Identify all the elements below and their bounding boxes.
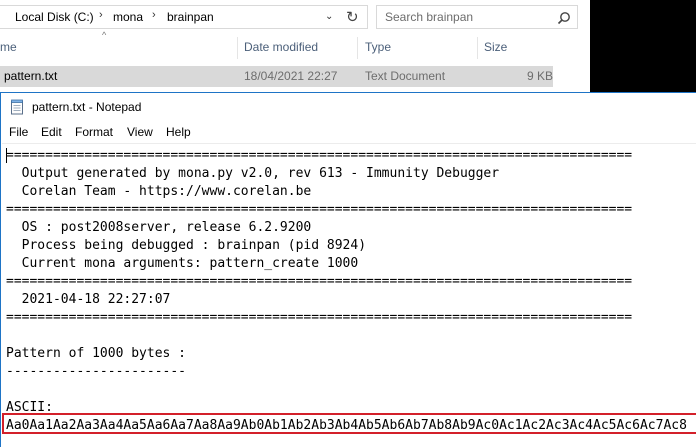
menu-file[interactable]: File (9, 125, 28, 139)
column-size-header[interactable]: Size (484, 40, 507, 54)
ascii-pattern-highlight-box (2, 413, 696, 434)
search-icon[interactable] (557, 11, 571, 25)
menu-bar: File Edit Format View Help (1, 122, 696, 142)
file-row-selected[interactable]: pattern.txt 18/04/2021 22:27 Text Docume… (0, 66, 553, 87)
text-line: Output generated by mona.py v2.0, rev 61… (6, 166, 500, 181)
window-title: pattern.txt - Notepad (32, 100, 142, 114)
text-line: Process being debugged : brainpan (pid 8… (6, 238, 367, 253)
text-line: ========================================… (6, 274, 633, 289)
file-size: 9 KB (527, 69, 554, 83)
title-bar[interactable]: pattern.txt - Notepad (1, 93, 696, 122)
file-name: pattern.txt (4, 69, 58, 83)
text-line: Pattern of 1000 bytes : (6, 346, 187, 361)
menu-edit[interactable]: Edit (41, 125, 62, 139)
desktop-background (590, 0, 696, 92)
menu-help[interactable]: Help (166, 125, 191, 139)
file-type: Text Document (365, 69, 446, 83)
column-headers: ^ me Date modified Type Size (0, 30, 560, 59)
refresh-icon[interactable]: ↻ (346, 8, 359, 26)
column-divider[interactable] (477, 37, 478, 59)
column-type-header[interactable]: Type (365, 40, 391, 54)
notepad-window: pattern.txt - Notepad File Edit Format V… (0, 92, 696, 447)
text-line: ​ (6, 381, 687, 399)
breadcrumb-local-disk[interactable]: Local Disk (C:) (15, 10, 94, 24)
explorer-window: Local Disk (C:) › mona › brainpan ⌄ ↻ Se… (0, 0, 590, 92)
text-line: Current mona arguments: pattern_create 1… (6, 256, 359, 271)
sort-ascending-icon: ^ (102, 30, 107, 40)
text-line: ​ (6, 327, 687, 345)
breadcrumb-separator-icon[interactable]: › (99, 9, 103, 21)
breadcrumb-brainpan[interactable]: brainpan (167, 10, 214, 24)
breadcrumb-separator-icon[interactable]: › (152, 9, 156, 21)
text-line: ========================================… (6, 202, 633, 217)
text-editor-area[interactable]: ========================================… (2, 143, 696, 447)
column-divider[interactable] (357, 37, 358, 59)
text-line: ========================================… (6, 148, 633, 163)
search-box[interactable]: Search brainpan (376, 5, 578, 29)
text-line: 2021-04-18 22:27:07 (6, 292, 171, 307)
address-bar[interactable]: Local Disk (C:) › mona › brainpan ⌄ ↻ (0, 5, 368, 29)
breadcrumb-mona[interactable]: mona (113, 10, 143, 24)
text-line: Corelan Team - https://www.corelan.be (6, 184, 312, 199)
address-history-dropdown-icon[interactable]: ⌄ (325, 11, 333, 22)
text-line: ========================================… (6, 310, 633, 325)
file-date: 18/04/2021 22:27 (244, 69, 338, 83)
column-divider[interactable] (237, 37, 238, 59)
text-caret (6, 148, 7, 163)
menu-view[interactable]: View (127, 125, 153, 139)
text-line: OS : post2008server, release 6.2.9200 (6, 220, 312, 235)
menu-format[interactable]: Format (75, 125, 113, 139)
column-name-header[interactable]: me (0, 40, 17, 54)
text-line: ----------------------- (6, 364, 187, 379)
document-text[interactable]: ========================================… (6, 147, 687, 435)
notepad-icon (11, 99, 23, 115)
search-input[interactable]: Search brainpan (385, 10, 473, 24)
column-date-header[interactable]: Date modified (244, 40, 318, 54)
